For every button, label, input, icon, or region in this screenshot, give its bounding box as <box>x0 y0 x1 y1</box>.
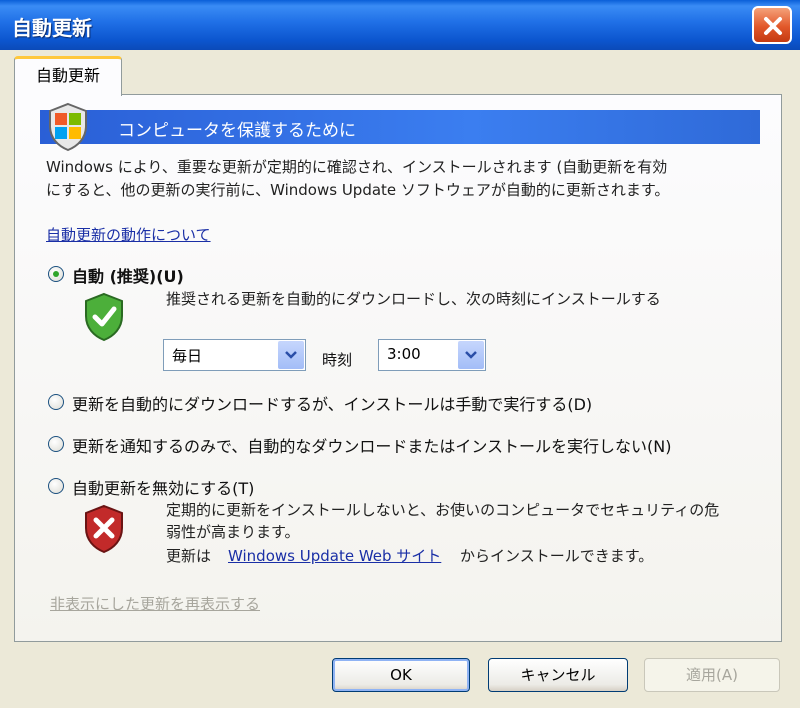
close-button[interactable] <box>752 6 792 44</box>
option-off-warning-2: 弱性が高まります。 <box>166 523 300 541</box>
option-off-label[interactable]: 自動更新を無効にする(T) <box>72 475 254 499</box>
option-auto-label[interactable]: 自動 (推奨)(U) <box>72 263 184 287</box>
restore-hidden-updates-link: 非表示にした更新を再表示する <box>50 595 261 613</box>
tab-auto-update[interactable]: 自動更新 <box>14 56 122 96</box>
option-off-warning-1: 定期的に更新をインストールしないと、お使いのコンピュータでセキュリティの危 <box>166 501 720 519</box>
radio-auto[interactable] <box>48 266 64 282</box>
day-select-arrow[interactable] <box>278 341 304 369</box>
option-auto-desc: 推奨される更新を自動的にダウンロードし、次の時刻にインストールする <box>166 290 661 308</box>
banner-text: コンピュータを保護するために <box>118 121 356 141</box>
option-off-warning-3-suffix: からインストールできます。 <box>460 547 654 565</box>
option-notify-only-label[interactable]: 更新を通知するのみで、自動的なダウンロードまたはインストールを実行しない(N) <box>72 433 672 457</box>
time-select-value: 3:00 <box>387 345 421 363</box>
chevron-down-icon <box>285 351 297 359</box>
option-off-warning-3-prefix: 更新は <box>166 547 212 565</box>
apply-button: 適用(A) <box>644 658 780 692</box>
radio-download-only[interactable] <box>48 394 64 410</box>
window-title: 自動更新 <box>12 16 92 40</box>
day-select[interactable]: 毎日 <box>163 339 306 371</box>
description: Windows により、重要な更新が定期的に確認され、インストールされます (自… <box>46 156 766 202</box>
windows-update-site-link[interactable]: Windows Update Web サイト <box>228 545 441 566</box>
title-bar[interactable]: 自動更新 <box>0 0 800 50</box>
red-x-shield-icon <box>85 504 123 554</box>
option-download-only-label[interactable]: 更新を自動的にダウンロードするが、インストールは手動で実行する(D) <box>72 391 592 415</box>
banner: コンピュータを保護するために <box>40 110 760 144</box>
radio-off[interactable] <box>48 478 64 494</box>
windows-security-shield-icon <box>49 102 87 152</box>
green-check-shield-icon <box>85 292 123 342</box>
time-select-arrow[interactable] <box>458 341 484 369</box>
auto-update-dialog: 自動更新 自動更新 コンピュータを保護するために Windows により、重要な… <box>0 0 800 708</box>
radio-notify-only[interactable] <box>48 436 64 452</box>
how-it-works-link[interactable]: 自動更新の動作について <box>46 224 211 245</box>
time-label: 時刻 <box>322 351 353 369</box>
description-line-2: にすると、他の更新の実行前に、Windows Update ソフトウェアが自動的… <box>46 181 670 199</box>
description-line-1: Windows により、重要な更新が定期的に確認され、インストールされます (自… <box>46 158 668 176</box>
time-select[interactable]: 3:00 <box>378 339 486 371</box>
cancel-button[interactable]: キャンセル <box>488 658 628 692</box>
day-select-value: 毎日 <box>172 347 203 365</box>
ok-button[interactable]: OK <box>332 658 470 692</box>
close-icon <box>764 17 782 35</box>
chevron-down-icon <box>465 351 477 359</box>
